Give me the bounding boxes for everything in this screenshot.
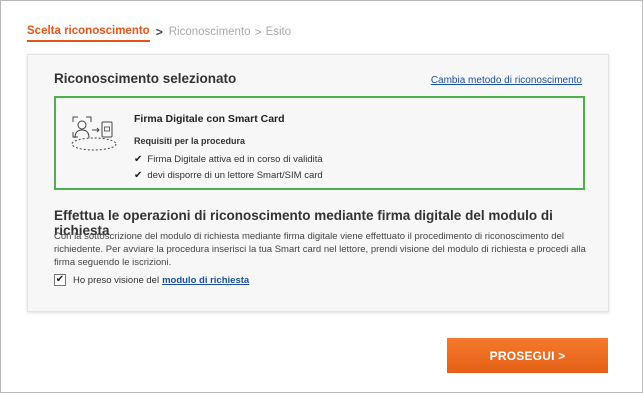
proceed-button[interactable]: PROSEGUI > bbox=[447, 338, 608, 373]
method-name: Firma Digitale con Smart Card bbox=[134, 113, 285, 125]
requirements-title: Requisiti per la procedura bbox=[134, 136, 246, 146]
check-icon: ✔ bbox=[134, 170, 143, 181]
selected-method-box: Firma Digitale con Smart Card Requisiti … bbox=[54, 96, 585, 190]
chevron-right-icon: > bbox=[155, 25, 163, 39]
requirement-label: Firma Digitale attiva ed in corso di val… bbox=[147, 154, 323, 165]
consent-label: Ho preso visione del bbox=[73, 274, 160, 286]
requirement-item: ✔ devi disporre di un lettore Smart/SIM … bbox=[134, 170, 323, 181]
card-title: Riconoscimento selezionato bbox=[54, 71, 237, 86]
section-description: Con la sottoscrizione del modulo di rich… bbox=[54, 231, 586, 268]
change-method-link[interactable]: Cambia metodo di riconoscimento bbox=[431, 75, 582, 86]
chevron-right-icon: > bbox=[254, 25, 262, 39]
smartcard-identity-icon bbox=[71, 116, 117, 151]
breadcrumb-step-esito: Esito bbox=[265, 26, 292, 38]
recognition-card: Riconoscimento selezionato Cambia metodo… bbox=[27, 54, 609, 312]
consent-checkbox-row[interactable]: ✔ Ho preso visione del modulo di richies… bbox=[54, 274, 249, 286]
breadcrumb-step-riconoscimento: Riconoscimento bbox=[168, 26, 251, 38]
breadcrumb: Scelta riconoscimento > Riconoscimento >… bbox=[27, 24, 292, 42]
requirement-label: devi disporre di un lettore Smart/SIM ca… bbox=[147, 170, 323, 181]
requirement-item: ✔ Firma Digitale attiva ed in corso di v… bbox=[134, 154, 323, 165]
consent-checkbox[interactable]: ✔ bbox=[54, 274, 66, 286]
module-request-link[interactable]: modulo di richiesta bbox=[162, 275, 249, 286]
breadcrumb-step-scelta: Scelta riconoscimento bbox=[27, 25, 150, 42]
check-icon: ✔ bbox=[134, 154, 143, 165]
